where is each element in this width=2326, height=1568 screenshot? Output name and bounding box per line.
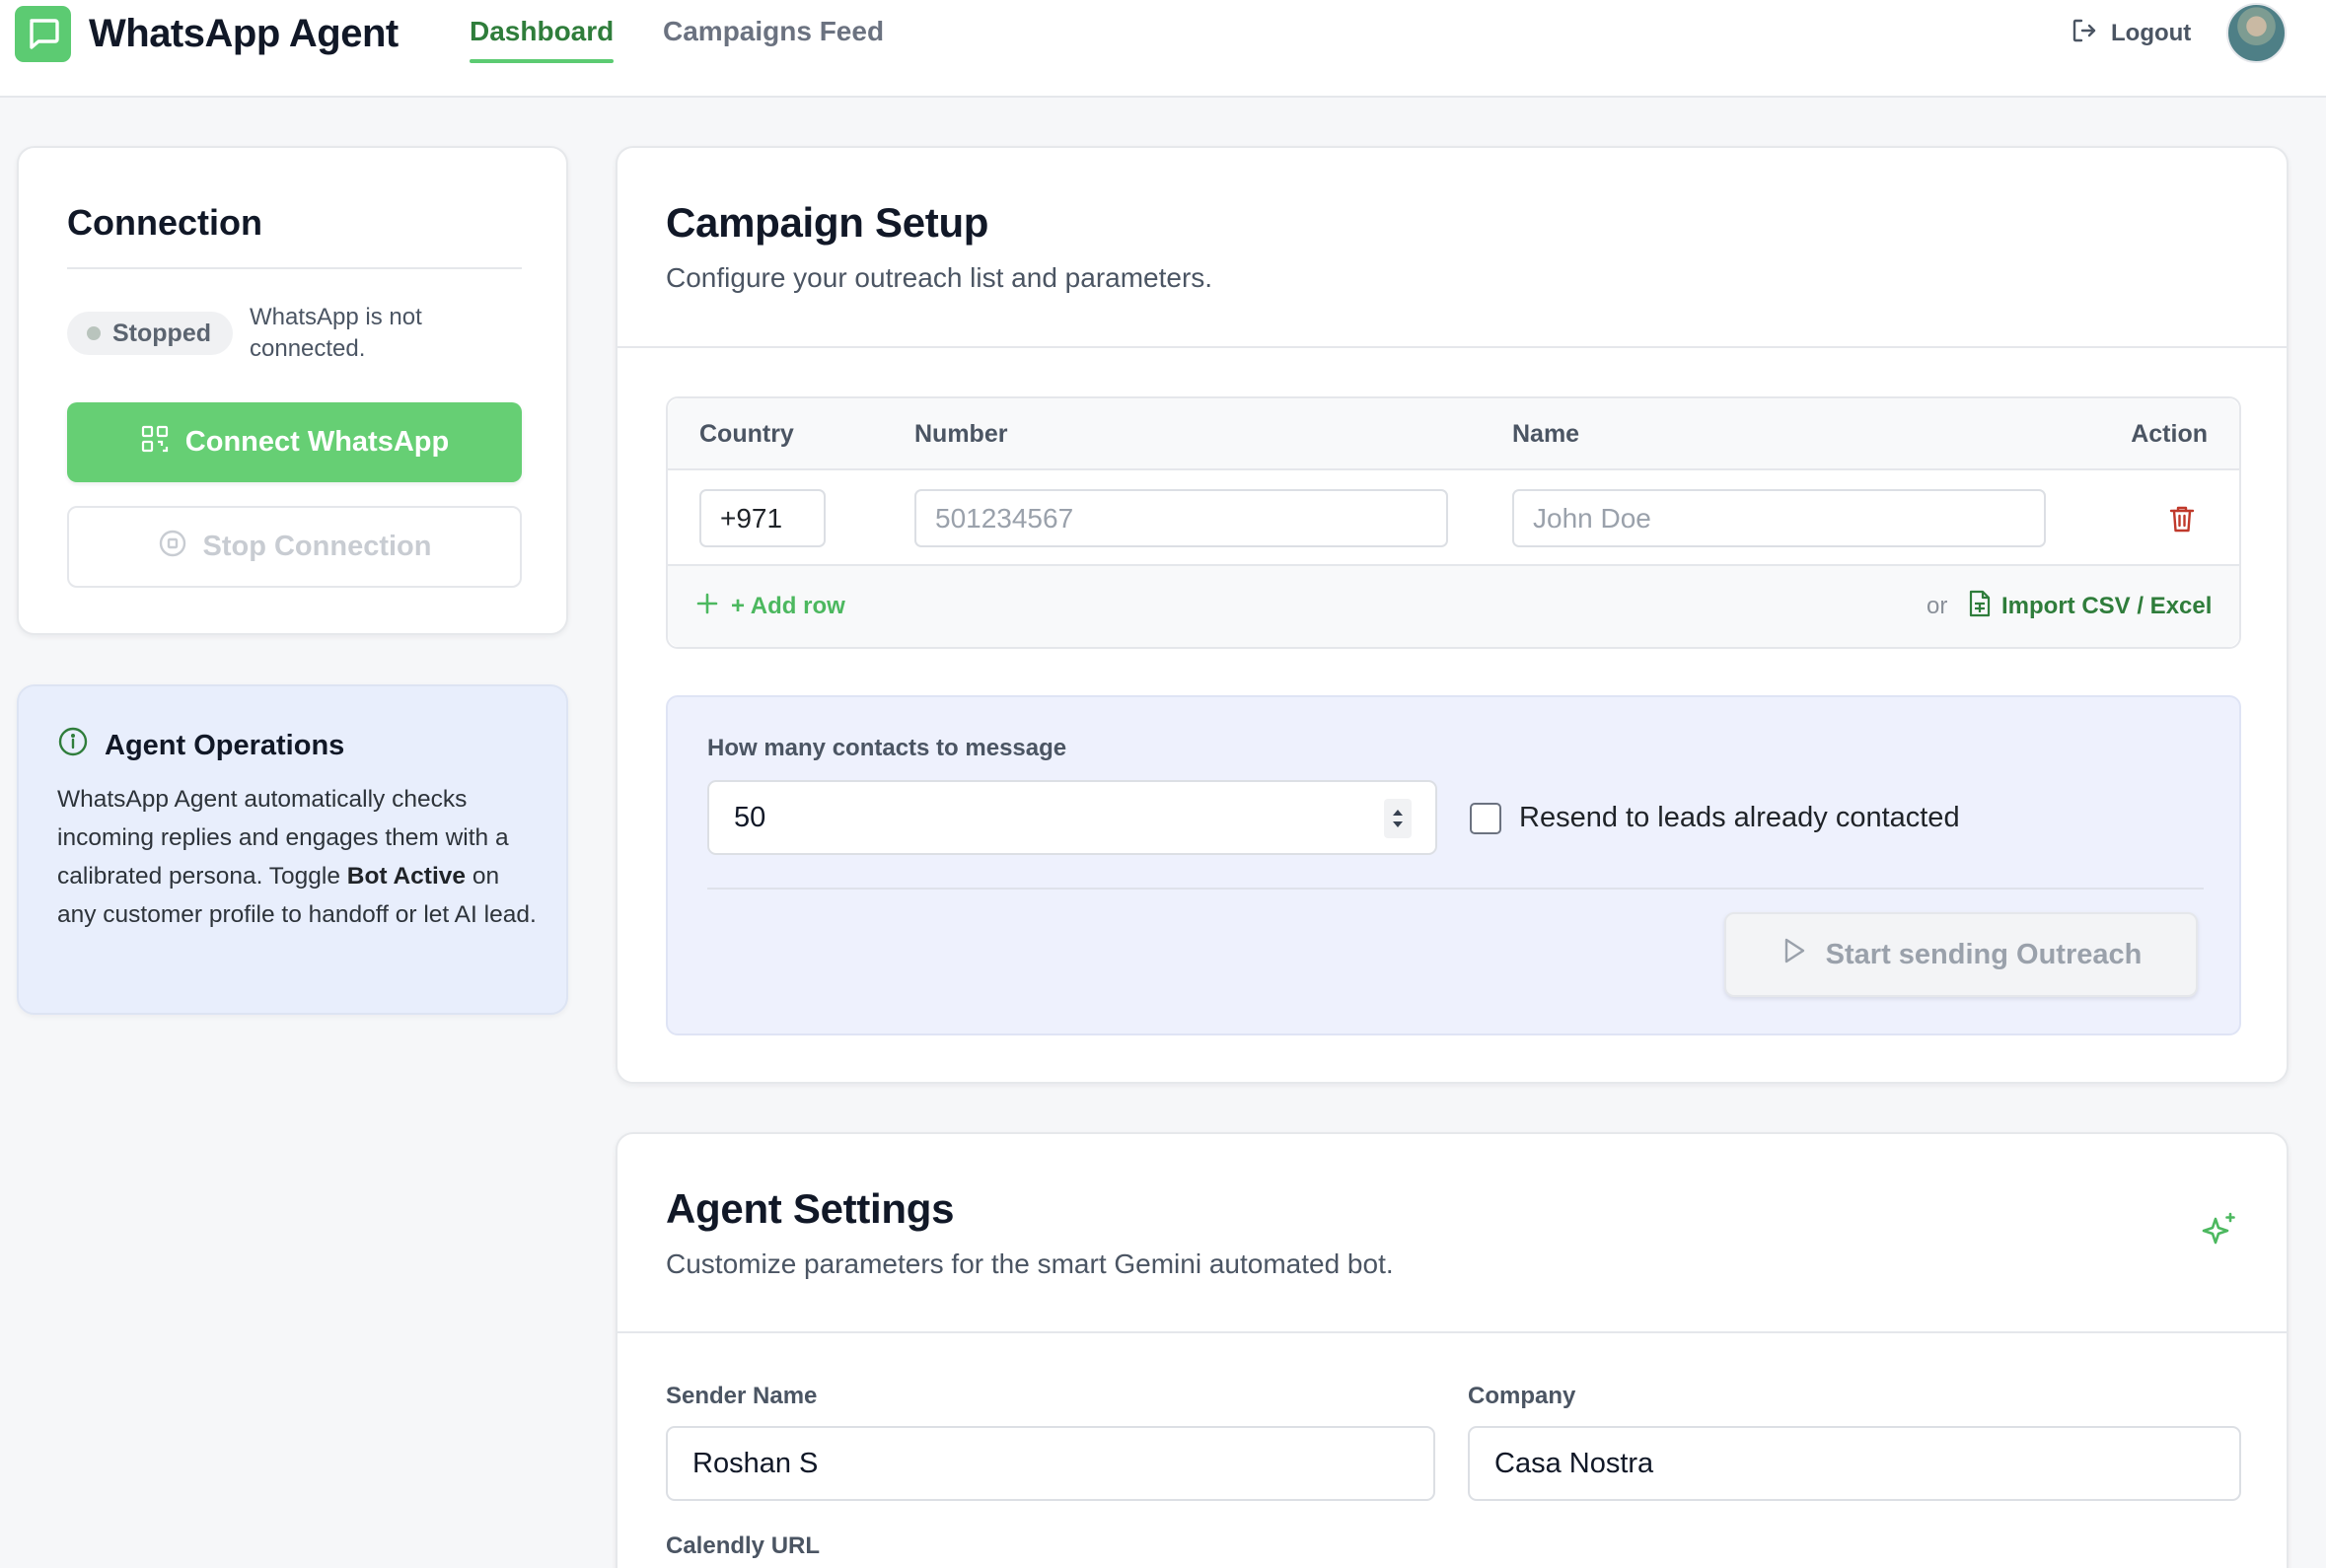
status-text: WhatsApp is not connected. <box>250 304 422 362</box>
connect-whatsapp-label: Connect WhatsApp <box>184 426 450 458</box>
campaign-setup-card: Campaign Setup Configure your outreach l… <box>616 146 2289 1084</box>
agent-operations-title: Agent Operations <box>105 729 345 761</box>
status-badge: Stopped <box>67 312 233 355</box>
sender-name-input[interactable]: Roshan S <box>666 1426 1435 1501</box>
agent-operations-header: Agent Operations <box>57 726 344 765</box>
start-outreach-button[interactable]: Start sending Outreach <box>1724 912 2198 997</box>
status-badge-label: Stopped <box>112 319 211 347</box>
or-label: or <box>1926 593 1948 619</box>
connect-whatsapp-button[interactable]: Connect WhatsApp <box>67 402 522 482</box>
agent-settings-title: Agent Settings <box>666 1185 955 1232</box>
info-icon <box>57 726 89 765</box>
table-row: +971 501234567 John Doe <box>668 470 2239 566</box>
agent-operations-card: Agent Operations WhatsApp Agent automati… <box>17 684 568 1015</box>
import-csv-button[interactable]: Import CSV / Excel <box>1968 566 2212 647</box>
tab-campaigns-feed-label: Campaigns Feed <box>663 16 885 46</box>
company-label: Company <box>1468 1383 1576 1409</box>
divider <box>67 267 522 269</box>
status-dot-icon <box>87 326 101 340</box>
outreach-settings-panel: How many contacts to message 50 Resend t… <box>666 695 2241 1035</box>
connection-title: Connection <box>67 202 262 243</box>
divider <box>618 346 2287 348</box>
top-navbar: WhatsApp Agent Dashboard Campaigns Feed … <box>0 0 2326 98</box>
start-outreach-label: Start sending Outreach <box>1825 938 2143 970</box>
add-row-button[interactable]: + Add row <box>695 566 845 647</box>
stop-connection-button[interactable]: Stop Connection <box>67 506 522 588</box>
sender-name-label: Sender Name <box>666 1383 818 1409</box>
play-icon <box>1781 936 1808 973</box>
import-csv-label: Import CSV / Excel <box>2001 593 2213 619</box>
plus-icon <box>695 592 719 622</box>
file-spreadsheet-icon <box>1968 590 1992 624</box>
contacts-table: Country Number Name Action +971 50123456… <box>666 396 2241 649</box>
logout-icon <box>2070 16 2099 52</box>
table-footer: + Add row or Import CSV / Excel <box>668 566 2239 647</box>
tab-dashboard-label: Dashboard <box>470 16 615 46</box>
connection-card: Connection Stopped WhatsApp is not conne… <box>17 146 568 635</box>
country-code-input[interactable]: +971 <box>699 489 826 547</box>
caret-up-icon <box>1393 810 1403 816</box>
tab-dashboard[interactable]: Dashboard <box>470 0 615 63</box>
agent-operations-text: WhatsApp Agent automatically checks inco… <box>57 780 541 934</box>
logout-label: Logout <box>2111 20 2192 46</box>
stop-connection-label: Stop Connection <box>202 531 432 562</box>
name-input[interactable]: John Doe <box>1512 489 2046 547</box>
agent-settings-card: Agent Settings Customize parameters for … <box>616 1132 2289 1568</box>
logout-button[interactable]: Logout <box>2070 14 2191 53</box>
contacts-count-label: How many contacts to message <box>707 735 1067 761</box>
contacts-count-input[interactable]: 50 <box>707 780 1437 855</box>
add-row-label: + Add row <box>731 593 845 619</box>
resend-checkbox-row[interactable]: Resend to leads already contacted <box>1470 802 1960 834</box>
divider <box>707 888 2204 890</box>
number-input[interactable]: 501234567 <box>914 489 1448 547</box>
company-input[interactable]: Casa Nostra <box>1468 1426 2241 1501</box>
campaign-setup-title: Campaign Setup <box>666 199 989 246</box>
avatar[interactable] <box>2226 3 2287 63</box>
resend-label: Resend to leads already contacted <box>1519 802 1960 833</box>
campaign-setup-subtitle: Configure your outreach list and paramet… <box>666 262 1213 293</box>
agent-settings-subtitle: Customize parameters for the smart Gemin… <box>666 1248 1394 1279</box>
col-number: Number <box>914 420 1008 448</box>
trash-icon[interactable] <box>2167 503 2197 539</box>
calendly-url-label: Calendly URL <box>666 1532 821 1559</box>
ops-text-bold: Bot Active <box>346 863 467 890</box>
resend-checkbox[interactable] <box>1470 802 1501 834</box>
divider <box>618 1331 2287 1333</box>
number-stepper[interactable] <box>1384 799 1412 838</box>
caret-down-icon <box>1393 821 1403 827</box>
tab-campaigns-feed[interactable]: Campaigns Feed <box>663 0 884 63</box>
qr-code-icon <box>140 424 170 462</box>
sparkles-icon <box>2200 1211 2239 1255</box>
col-action: Action <box>2131 420 2208 448</box>
app-name: WhatsApp Agent <box>89 11 399 55</box>
brand[interactable]: WhatsApp Agent <box>15 4 399 63</box>
col-name: Name <box>1512 420 1580 448</box>
contacts-count-value: 50 <box>734 801 766 833</box>
chat-bubble-icon <box>15 5 71 62</box>
stop-circle-icon <box>158 529 187 566</box>
table-header: Country Number Name Action <box>668 398 2239 470</box>
col-country: Country <box>699 420 794 448</box>
